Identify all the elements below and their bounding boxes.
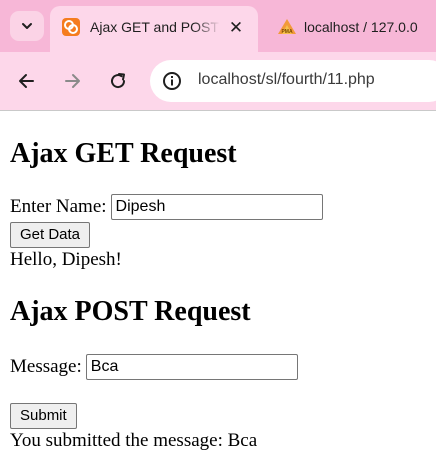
message-row: Message: <box>10 354 298 380</box>
tab-title: Ajax GET and POST <box>90 19 219 35</box>
phpmyadmin-icon: PMA <box>278 19 296 35</box>
name-row: Enter Name: <box>10 194 323 220</box>
divider <box>0 110 436 111</box>
url-text: localhost/sl/fourth/11.php <box>198 71 375 88</box>
svg-text:PMA: PMA <box>281 29 293 35</box>
submit-button[interactable]: Submit <box>10 403 77 429</box>
browser-toolbar: localhost/sl/fourth/11.php <box>0 52 436 110</box>
arrow-left-icon <box>19 74 34 88</box>
chevron-down-icon <box>22 23 32 29</box>
message-input[interactable] <box>85 354 298 380</box>
tab-strip: Ajax GET and POST ✕ PMA localhost / 127.… <box>0 0 436 52</box>
forward-button[interactable] <box>57 66 87 96</box>
tab-localhost[interactable]: PMA localhost / 127.0.0 <box>268 6 436 46</box>
close-icon[interactable]: ✕ <box>226 18 246 38</box>
post-heading: Ajax POST Request <box>10 296 251 327</box>
message-label: Message: <box>10 356 82 377</box>
address-bar[interactable]: localhost/sl/fourth/11.php <box>150 60 436 102</box>
xampp-icon <box>62 18 80 36</box>
tab-search-button[interactable] <box>10 11 44 41</box>
back-button[interactable] <box>12 66 42 96</box>
name-input[interactable] <box>110 194 323 220</box>
reload-button[interactable] <box>103 66 133 96</box>
reload-icon <box>111 73 126 89</box>
info-icon[interactable] <box>162 71 182 91</box>
get-data-button[interactable]: Get Data <box>10 222 91 248</box>
tab-ajax-get-post[interactable]: Ajax GET and POST ✕ <box>50 6 258 52</box>
arrow-right-icon <box>65 74 80 88</box>
tab-title: localhost / 127.0.0 <box>304 19 418 35</box>
name-label: Enter Name: <box>10 196 107 217</box>
post-result: You submitted the message: Bca <box>10 430 258 451</box>
get-result: Hello, Dipesh! <box>10 249 122 270</box>
get-heading: Ajax GET Request <box>10 138 237 169</box>
